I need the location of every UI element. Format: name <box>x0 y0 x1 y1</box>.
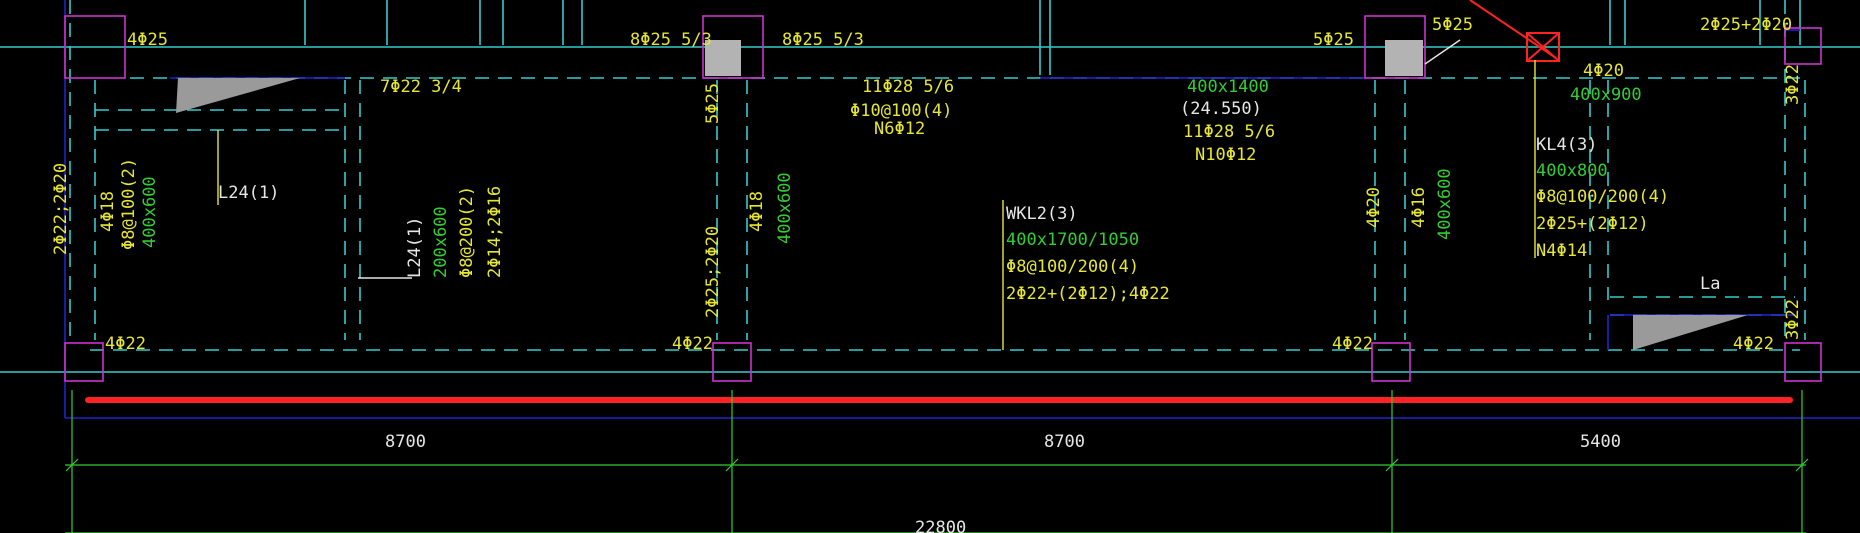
label-5p25-right[interactable]: 5Φ25 <box>1432 15 1473 35</box>
slab-triangle-right <box>1633 315 1748 350</box>
label-3p22-top[interactable]: 3Φ22 <box>1783 64 1803 105</box>
label-11p28-bottom[interactable]: 11Φ28 5/6 <box>1183 122 1275 142</box>
label-400x600-mid[interactable]: 400x600 <box>775 172 795 244</box>
slab-markers <box>176 78 1748 350</box>
label-2p22-2p20[interactable]: 2Φ22;2Φ20 <box>51 163 71 255</box>
dimension-lines <box>65 390 1809 533</box>
label-400x1700[interactable]: 400x1700/1050 <box>1006 230 1139 250</box>
label-11p28-top[interactable]: 11Φ28 5/6 <box>862 77 954 97</box>
dim-span-1[interactable]: 8700 <box>385 432 426 452</box>
section-marker[interactable] <box>1469 0 1560 62</box>
label-400x600-right[interactable]: 400x600 <box>1435 168 1455 240</box>
highlighted-beam[interactable] <box>85 397 1793 403</box>
label-4p22-d[interactable]: 4Φ22 <box>1733 334 1774 354</box>
label-n10[interactable]: N10Φ12 <box>1195 145 1256 165</box>
annotations: 4Φ25 8Φ25 5/3 8Φ25 5/3 5Φ25 5Φ25 2Φ25+2Φ… <box>105 15 1792 354</box>
label-wkl2[interactable]: WKL2(3) <box>1006 204 1078 224</box>
label-4p25[interactable]: 4Φ25 <box>127 30 168 50</box>
label-p8-100-2[interactable]: Φ8@100(2) <box>119 158 139 250</box>
label-2p25-2p20[interactable]: 2Φ25+2Φ20 <box>1700 15 1792 35</box>
cad-drawing-canvas[interactable]: 4Φ25 8Φ25 5/3 8Φ25 5/3 5Φ25 5Φ25 2Φ25+2Φ… <box>0 0 1860 533</box>
leader-5p25 <box>1424 39 1461 65</box>
label-400x1400[interactable]: 400x1400 <box>1187 77 1269 97</box>
label-n4[interactable]: N4Φ14 <box>1536 241 1587 261</box>
label-8p25-left[interactable]: 8Φ25 5/3 <box>630 30 712 50</box>
dim-total[interactable]: 22800 <box>915 518 966 533</box>
dim-span-2[interactable]: 8700 <box>1044 432 1085 452</box>
label-4p22-c[interactable]: 4Φ22 <box>1332 334 1373 354</box>
label-n6[interactable]: N6Φ12 <box>874 119 925 139</box>
label-24550[interactable]: (24.550) <box>1180 99 1262 119</box>
label-l24-left[interactable]: L24(1) <box>218 183 279 203</box>
label-7p22[interactable]: 7Φ22 3/4 <box>380 77 462 97</box>
section-leader <box>1469 0 1557 59</box>
slab-triangle-left <box>176 78 300 113</box>
label-l24-right[interactable]: L24(1) <box>405 217 425 278</box>
label-4p18-left[interactable]: 4Φ18 <box>98 191 118 232</box>
label-wkl2-rebar[interactable]: 2Φ22+(2Φ12);4Φ22 <box>1006 284 1170 304</box>
label-4p16[interactable]: 4Φ16 <box>1409 187 1429 228</box>
label-400x900[interactable]: 400x900 <box>1570 85 1642 105</box>
label-4p20[interactable]: 4Φ20 <box>1583 61 1624 81</box>
label-200x600[interactable]: 200x600 <box>431 206 451 278</box>
label-wkl2-stirrup[interactable]: Φ8@100/200(4) <box>1006 257 1139 277</box>
label-kl4[interactable]: KL4(3) <box>1536 135 1597 155</box>
column-a2[interactable] <box>64 342 104 382</box>
column-b2[interactable] <box>712 342 752 382</box>
label-la[interactable]: La <box>1700 274 1720 294</box>
dim-span-3[interactable]: 5400 <box>1580 432 1621 452</box>
column-d2[interactable] <box>1784 342 1822 382</box>
label-4p18-mid[interactable]: 4Φ18 <box>747 191 767 232</box>
label-8p25-right[interactable]: 8Φ25 5/3 <box>782 30 864 50</box>
label-kl4-stirrup[interactable]: Φ8@100/200(4) <box>1536 187 1669 207</box>
label-p8-200-2[interactable]: Φ8@200(2) <box>457 186 477 278</box>
label-4p22-b[interactable]: 4Φ22 <box>672 334 713 354</box>
column-c1-fill <box>1385 40 1423 76</box>
label-400x800[interactable]: 400x800 <box>1536 161 1608 181</box>
dimension-labels: 8700 8700 5400 22800 <box>385 432 1621 533</box>
label-4p22-a[interactable]: 4Φ22 <box>105 334 146 354</box>
label-3p22-bottom[interactable]: 3Φ22 <box>1783 299 1803 340</box>
label-4p20-vertical[interactable]: 4Φ20 <box>1364 187 1384 228</box>
column-c2[interactable] <box>1371 342 1411 382</box>
label-400x600-left[interactable]: 400x600 <box>140 176 160 248</box>
label-5p25-mid[interactable]: 5Φ25 <box>1313 30 1354 50</box>
label-kl4-rebar[interactable]: 2Φ25+(2Φ12) <box>1536 214 1649 234</box>
label-2p25-2p20-vertical[interactable]: 2Φ25;2Φ20 <box>703 226 723 318</box>
label-p10[interactable]: Φ10@100(4) <box>850 101 952 121</box>
label-2p14-2p16[interactable]: 2Φ14;2Φ16 <box>485 186 505 278</box>
label-5p25-vertical[interactable]: 5Φ25 <box>703 83 723 124</box>
